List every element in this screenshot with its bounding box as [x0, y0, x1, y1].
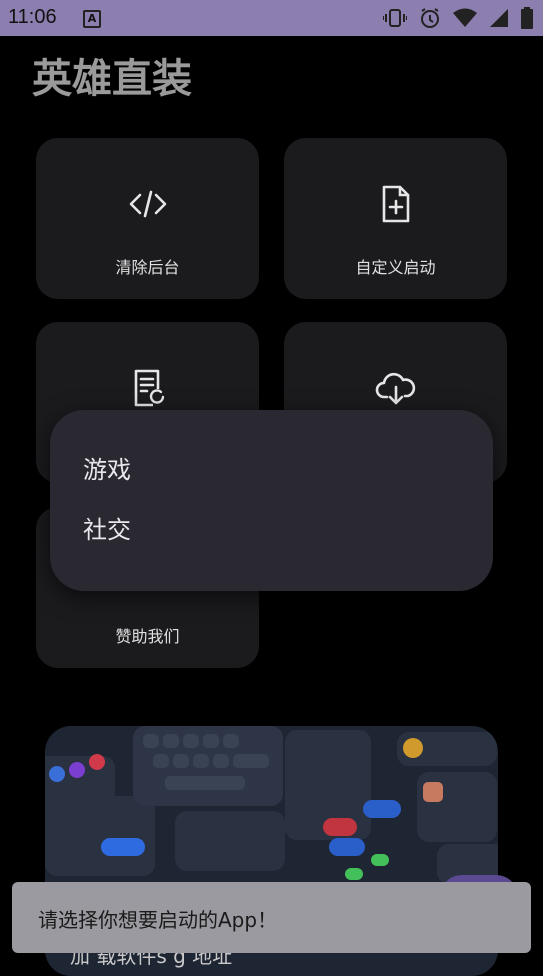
banner-key: [223, 734, 239, 748]
page-title: 英雄直装: [32, 56, 192, 102]
banner-key: [213, 754, 229, 768]
wifi-icon: [453, 8, 477, 27]
file-add-icon: [382, 185, 409, 223]
banner-dot: [69, 762, 85, 778]
banner-avatar: [403, 738, 423, 758]
banner-key: [153, 754, 169, 768]
banner-controls: [175, 811, 285, 871]
banner-panel: [45, 796, 155, 876]
banner-key: [143, 734, 159, 748]
banner-button: [323, 818, 357, 836]
banner-button: [329, 838, 365, 856]
alarm-icon: [421, 8, 439, 28]
code-icon: [129, 190, 166, 218]
tile-label: 赞助我们: [115, 627, 180, 646]
banner-key: [163, 734, 179, 748]
a-icon: A: [83, 10, 101, 28]
status-time: 11:06: [8, 6, 57, 28]
tile-custom-launch[interactable]: 自定义启动: [284, 138, 507, 299]
banner-button: [101, 838, 145, 856]
banner-toggle: [345, 868, 363, 880]
vibrate-icon: [383, 9, 407, 27]
banner-key: [173, 754, 189, 768]
cloud-download-icon: [375, 372, 415, 405]
menu-item-games[interactable]: 游戏: [83, 450, 131, 485]
status-icons: [383, 6, 533, 30]
tile-clear-background[interactable]: 清除后台: [36, 138, 259, 299]
banner-key: [193, 754, 209, 768]
banner-key: [165, 776, 245, 790]
signal-icon: [490, 9, 508, 27]
toast: 请选择你想要启动的App！: [12, 882, 531, 953]
banner-toggle: [371, 854, 389, 866]
toast-message: 请选择你想要启动的App！: [38, 908, 278, 932]
banner-button: [363, 800, 401, 818]
banner-key: [233, 754, 269, 768]
banner-key: [203, 734, 219, 748]
battery-icon: [521, 7, 533, 29]
tile-label: 清除后台: [115, 258, 180, 277]
document-sync-icon: [134, 369, 164, 407]
banner-dot: [89, 754, 105, 770]
menu-item-social[interactable]: 社交: [83, 510, 131, 545]
tile-label: 自定义启动: [355, 258, 436, 277]
status-bar: 11:06 A: [0, 0, 543, 36]
category-popup-menu: 游戏 社交: [50, 410, 493, 591]
banner-cover: [423, 782, 443, 802]
banner-dot: [49, 766, 65, 782]
banner-key: [183, 734, 199, 748]
